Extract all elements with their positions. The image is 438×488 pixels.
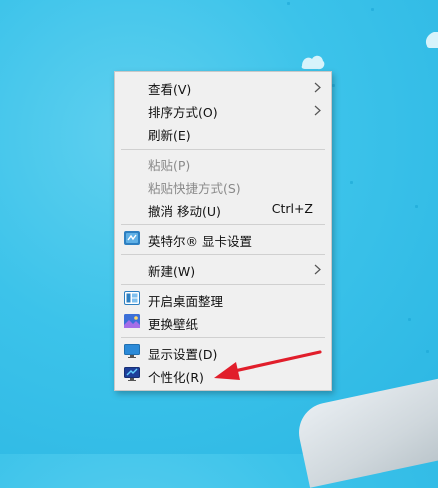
annotation-arrow [214, 350, 322, 380]
